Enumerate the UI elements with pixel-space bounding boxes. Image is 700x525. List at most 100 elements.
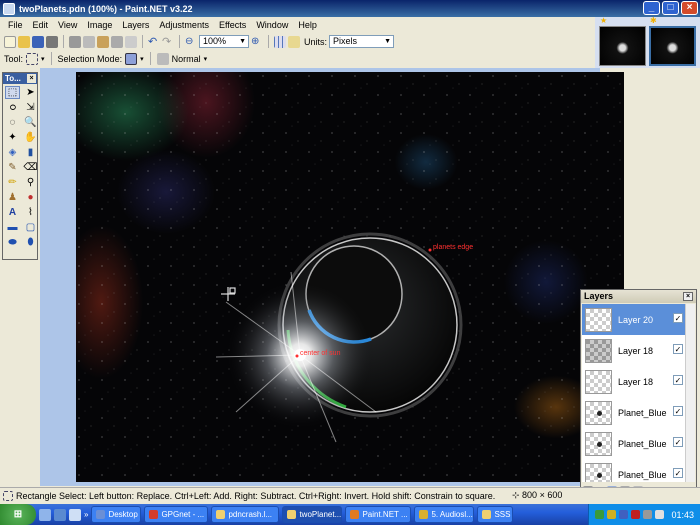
image-canvas[interactable]: planets edge center of sun <box>76 72 624 482</box>
menu-effects[interactable]: Effects <box>214 20 251 30</box>
menu-file[interactable]: File <box>3 20 28 30</box>
tray-icon[interactable] <box>643 510 653 519</box>
eraser-tool[interactable]: ⌫ <box>23 161 38 174</box>
taskbar-item[interactable]: SSS <box>477 506 514 523</box>
quick-launch-icon[interactable] <box>69 508 81 521</box>
gpgnet-icon <box>149 510 159 519</box>
menu-adjustments[interactable]: Adjustments <box>154 20 214 30</box>
tray-icon[interactable] <box>619 510 629 519</box>
layer-row[interactable]: Layer 18 ✓ <box>582 335 686 366</box>
freeform-shape-tool[interactable]: ⬮ <box>23 236 38 249</box>
layer-visibility-checkbox[interactable]: ✓ <box>673 375 683 385</box>
taskbar-item[interactable]: Desktop <box>91 506 142 523</box>
zoom-out-icon[interactable]: ⊖ <box>185 36 197 48</box>
move-selection-tool[interactable]: ➤ <box>23 86 38 99</box>
chevron-down-icon: ▼ <box>239 38 246 45</box>
blend-mode-dropdown[interactable]: Normal <box>172 54 201 64</box>
undo-icon[interactable]: ↶ <box>148 36 160 48</box>
layer-row[interactable]: Planet_Blue ✓ <box>582 428 686 459</box>
start-button[interactable]: ⊞ <box>0 504 36 525</box>
taskbar-item[interactable]: 5. Audiosl... <box>414 506 475 523</box>
layer-visibility-checkbox[interactable]: ✓ <box>673 468 683 478</box>
zoom-tool[interactable]: 🔍 <box>23 116 38 129</box>
pan-tool[interactable]: ✋ <box>23 131 38 144</box>
grid-icon[interactable] <box>274 35 286 48</box>
paste-icon[interactable] <box>97 35 109 48</box>
text-tool[interactable]: A <box>5 206 20 219</box>
paintbrush-tool[interactable]: ✎ <box>5 161 20 174</box>
zoom-dropdown[interactable]: 100% ▼ <box>199 35 249 48</box>
deselect-icon[interactable] <box>125 35 137 48</box>
close-button[interactable]: × <box>681 1 698 15</box>
chevron-down-icon[interactable]: ▾ <box>140 55 144 63</box>
quick-launch-chevron-icon[interactable]: » <box>84 510 88 519</box>
minimize-button[interactable]: _ <box>643 1 660 15</box>
menu-layers[interactable]: Layers <box>117 20 154 30</box>
menu-view[interactable]: View <box>53 20 82 30</box>
layer-visibility-checkbox[interactable]: ✓ <box>673 313 683 323</box>
color-picker-tool[interactable]: ⚲ <box>23 176 38 189</box>
tray-icon[interactable] <box>631 510 641 519</box>
recolor-tool[interactable]: ● <box>23 191 38 204</box>
taskbar-item[interactable]: GPGnet - ... <box>144 506 209 523</box>
menu-edit[interactable]: Edit <box>28 20 54 30</box>
tray-icon[interactable] <box>595 510 605 519</box>
open-icon[interactable] <box>18 35 30 48</box>
workspace[interactable]: planets edge center of sun <box>40 68 624 486</box>
layer-row[interactable]: Planet_Blue ✓ <box>582 459 686 482</box>
paint-bucket-tool[interactable]: ◈ <box>5 146 20 159</box>
pencil-tool[interactable]: ✏ <box>5 176 20 189</box>
units-dropdown[interactable]: Pixels ▼ <box>329 35 395 48</box>
maximize-button[interactable]: □ <box>662 1 679 15</box>
lasso-select-tool[interactable]: ഠ <box>5 101 20 114</box>
image-thumbnail[interactable] <box>599 26 646 66</box>
crop-icon[interactable] <box>111 35 123 48</box>
menu-window[interactable]: Window <box>251 20 293 30</box>
rectangle-select-icon[interactable] <box>26 52 39 65</box>
taskbar-item[interactable]: twoPlanet... <box>282 506 343 523</box>
gradient-tool[interactable]: ▮ <box>23 146 38 159</box>
ruler-icon[interactable] <box>288 35 300 48</box>
zoom-in-icon[interactable]: ⊕ <box>251 36 263 48</box>
quick-launch-icon[interactable] <box>54 508 66 521</box>
chevron-down-icon[interactable]: ▾ <box>204 55 208 63</box>
selection-mode-icon[interactable] <box>125 52 138 65</box>
redo-icon[interactable]: ↷ <box>162 36 174 48</box>
quick-launch-icon[interactable] <box>39 508 51 521</box>
move-selected-tool[interactable]: ⇲ <box>23 101 38 114</box>
ellipse-tool[interactable]: ⬬ <box>5 236 20 249</box>
close-icon[interactable]: × <box>683 292 693 301</box>
task-label: SSS <box>494 510 511 519</box>
tray-icon[interactable] <box>607 510 617 519</box>
save-icon[interactable] <box>32 35 44 48</box>
layer-list-scrollbar[interactable] <box>685 304 695 482</box>
taskbar-item[interactable]: Paint.NET ... <box>345 506 412 523</box>
star-icon: ★ <box>600 16 608 25</box>
taskbar-item[interactable]: pdncrash.l... <box>211 506 280 523</box>
clone-stamp-tool[interactable]: ♟ <box>5 191 20 204</box>
print-icon[interactable] <box>46 35 58 48</box>
zoom-value: 100% <box>203 36 227 46</box>
copy-icon[interactable] <box>83 35 95 48</box>
rectangle-tool[interactable]: ▬ <box>5 221 20 234</box>
chevron-down-icon[interactable]: ▾ <box>41 55 45 63</box>
menu-image[interactable]: Image <box>82 20 117 30</box>
layer-visibility-checkbox[interactable]: ✓ <box>673 344 683 354</box>
line-curve-tool[interactable]: ⌇ <box>23 206 38 219</box>
volume-icon[interactable] <box>655 510 665 519</box>
layer-visibility-checkbox[interactable]: ✓ <box>673 406 683 416</box>
menu-help[interactable]: Help <box>293 20 322 30</box>
new-icon[interactable] <box>4 35 16 48</box>
task-label: 5. Audiosl... <box>431 510 473 519</box>
layer-row[interactable]: Layer 20 ✓ <box>582 304 686 335</box>
ellipse-select-tool[interactable]: ◌ <box>5 116 20 129</box>
cut-icon[interactable] <box>69 35 81 48</box>
layer-row[interactable]: Planet_Blue ✓ <box>582 397 686 428</box>
rectangle-select-tool[interactable]: ⬚ <box>5 86 20 99</box>
rounded-rectangle-tool[interactable]: ▢ <box>23 221 38 234</box>
image-thumbnail-active[interactable] <box>649 26 696 66</box>
magic-wand-tool[interactable]: ✦ <box>5 131 20 144</box>
close-icon[interactable]: × <box>27 74 36 83</box>
layer-visibility-checkbox[interactable]: ✓ <box>673 437 683 447</box>
layer-row[interactable]: Layer 18 ✓ <box>582 366 686 397</box>
